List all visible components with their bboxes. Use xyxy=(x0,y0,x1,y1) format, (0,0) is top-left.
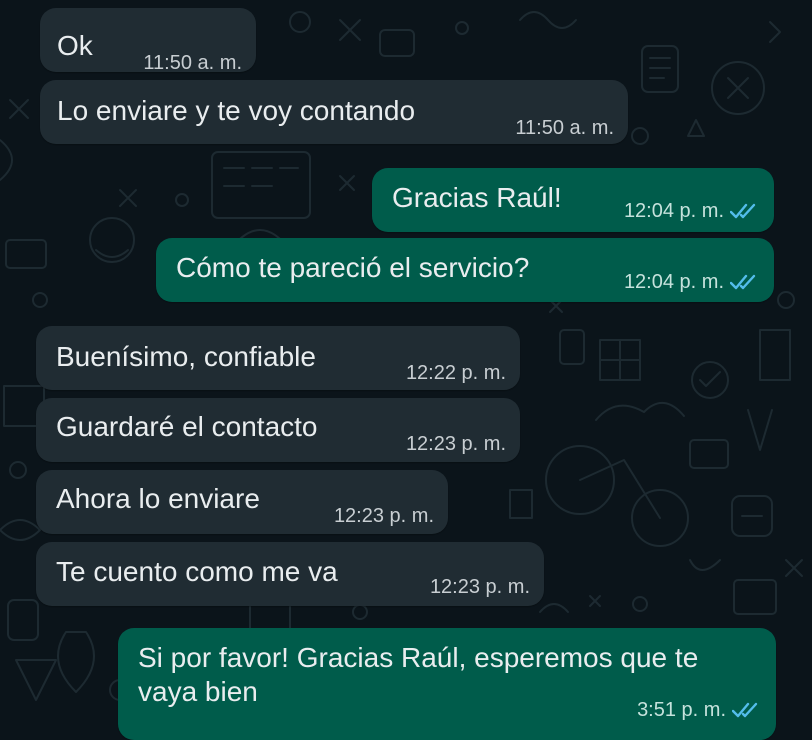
message-time: 12:04 p. m. xyxy=(623,271,724,293)
message-text: Ahora lo enviare xyxy=(56,483,260,514)
message-meta: 11:50 a. m. xyxy=(143,51,242,75)
double-check-icon xyxy=(730,274,756,290)
double-check-icon xyxy=(730,203,756,219)
message-meta: 12:22 p. m. xyxy=(406,361,506,385)
message-meta: 11:50 a. m. xyxy=(515,116,614,140)
outgoing-message[interactable]: Si por favor! Gracias Raúl, esperemos qu… xyxy=(118,628,776,740)
message-time: 11:50 a. m. xyxy=(515,117,614,139)
outgoing-message[interactable]: Cómo te pareció el servicio? 12:04 p. m. xyxy=(156,238,774,302)
incoming-message[interactable]: Lo enviare y te voy contando 11:50 a. m. xyxy=(40,80,628,144)
incoming-message[interactable]: Ahora lo enviare 12:23 p. m. xyxy=(36,470,448,534)
message-time: 12:04 p. m. xyxy=(623,200,724,222)
incoming-message[interactable]: Guardaré el contacto 12:23 p. m. xyxy=(36,398,520,462)
incoming-message[interactable]: Te cuento como me va 12:23 p. m. xyxy=(36,542,544,606)
message-time: 12:23 p. m. xyxy=(429,576,530,598)
double-check-icon xyxy=(732,702,758,718)
message-time: 12:23 p. m. xyxy=(333,505,434,527)
message-meta: 12:04 p. m. xyxy=(624,270,760,294)
incoming-message[interactable]: Ok 11:50 a. m. xyxy=(40,8,256,75)
message-time: 12:23 p. m. xyxy=(405,433,506,455)
message-text: Gracias Raúl! xyxy=(392,182,562,213)
chat-message-list[interactable]: Ok 11:50 a. m. Lo enviare y te voy conta… xyxy=(0,0,812,740)
message-time: 12:22 p. m. xyxy=(405,362,506,384)
outgoing-message[interactable]: Gracias Raúl! 12:04 p. m. xyxy=(372,168,774,232)
message-text: Te cuento como me va xyxy=(56,556,338,587)
message-text: Cómo te pareció el servicio? xyxy=(176,252,530,283)
message-time: 3:51 p. m. xyxy=(637,699,726,721)
message-time: 11:50 a. m. xyxy=(143,52,242,74)
message-text: Buenísimo, confiable xyxy=(56,341,316,372)
message-meta: 12:04 p. m. xyxy=(624,199,760,223)
message-meta: 12:23 p. m. xyxy=(334,504,434,528)
message-text: Ok xyxy=(57,30,93,61)
message-meta: 3:51 p. m. xyxy=(637,698,762,722)
message-text: Guardaré el contacto xyxy=(56,411,318,442)
message-meta: 12:23 p. m. xyxy=(430,575,530,599)
message-meta: 12:23 p. m. xyxy=(406,432,506,456)
message-text: Lo enviare y te voy contando xyxy=(57,95,416,126)
incoming-message[interactable]: Buenísimo, confiable 12:22 p. m. xyxy=(36,326,520,390)
